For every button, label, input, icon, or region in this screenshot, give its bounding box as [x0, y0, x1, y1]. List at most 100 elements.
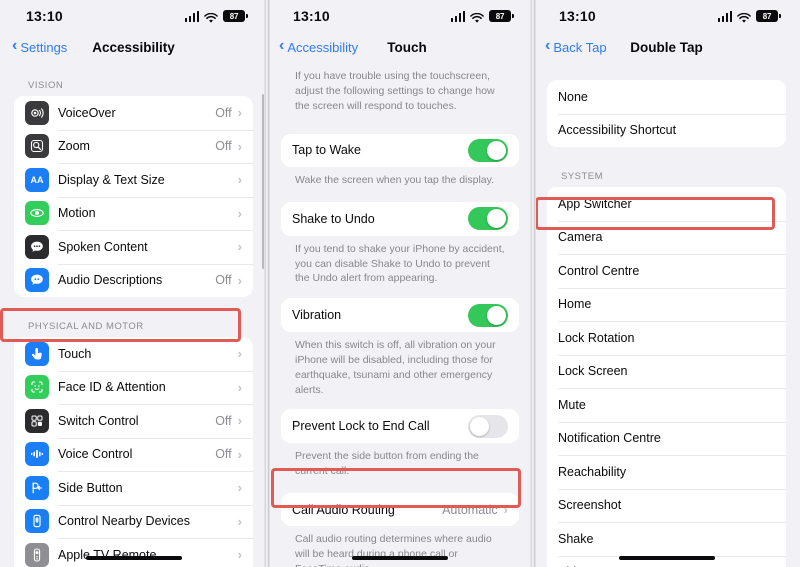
- list-item-none[interactable]: None: [547, 80, 786, 114]
- chevron-right-icon: ›: [237, 513, 242, 529]
- toggle-vibration[interactable]: [468, 303, 508, 327]
- list-item-switch-control[interactable]: Switch Control Off ›: [14, 404, 253, 438]
- list-item-label: Voice Control: [58, 447, 133, 462]
- list-item-label: Audio Descriptions: [58, 273, 163, 288]
- list-item-side-button[interactable]: Side Button ›: [14, 471, 253, 505]
- list-item-label: Display & Text Size: [58, 172, 165, 187]
- toggle-tap-to-wake[interactable]: [468, 138, 508, 162]
- list-item-value: Off: [215, 105, 232, 120]
- list-item-lock-screen[interactable]: Lock Screen: [547, 354, 786, 388]
- list-item-label: Accessibility Shortcut: [558, 123, 677, 138]
- list-item-label: Face ID & Attention: [58, 380, 166, 395]
- list-item-label: Lock Screen: [558, 364, 628, 379]
- list-card-system: App Switcher Camera Control Centre Home …: [547, 187, 786, 567]
- chevron-right-icon: ›: [237, 379, 242, 395]
- list-item-label: Control Nearby Devices: [58, 514, 190, 529]
- list-item-audio-descriptions[interactable]: Audio Descriptions Off ›: [14, 263, 253, 297]
- back-button-accessibility[interactable]: ‹ Accessibility: [279, 37, 359, 55]
- back-button-back-tap[interactable]: ‹ Back Tap: [545, 37, 607, 55]
- wifi-icon: [204, 11, 218, 23]
- apple-tv-remote-icon: [25, 542, 49, 567]
- list-item-home[interactable]: Home: [547, 287, 786, 321]
- list-item-screenshot[interactable]: Screenshot: [547, 488, 786, 522]
- back-button-settings[interactable]: ‹ Settings: [12, 37, 67, 55]
- home-indicator: [85, 556, 182, 560]
- list-item-control-nearby-devices[interactable]: Control Nearby Devices ›: [14, 504, 253, 538]
- list-item-motion[interactable]: Motion ›: [14, 196, 253, 230]
- scroll-body[interactable]: If you have trouble using the touchscree…: [267, 62, 533, 567]
- list-item-spoken-content[interactable]: Spoken Content ›: [14, 230, 253, 264]
- list-item-zoom[interactable]: Zoom Off ›: [14, 129, 253, 163]
- list-item-lock-rotation[interactable]: Lock Rotation: [547, 321, 786, 355]
- status-indicators: 87: [184, 10, 248, 23]
- status-indicators: 87: [717, 10, 781, 23]
- list-item-label: Home: [558, 297, 592, 312]
- toggle-prevent-lock-to-end-call[interactable]: [468, 414, 508, 438]
- footnote-vibration: When this switch is off, all vibration o…: [295, 338, 496, 396]
- back-button-label: Back Tap: [553, 39, 607, 55]
- chevron-right-icon: ›: [237, 205, 242, 221]
- setting-row-shake-to-undo[interactable]: Shake to Undo: [281, 202, 519, 236]
- status-indicators: 87: [450, 10, 514, 23]
- list-item-notification-centre[interactable]: Notification Centre: [547, 421, 786, 455]
- nav-bar: ‹ Accessibility Touch: [267, 32, 533, 62]
- face-id-icon: [25, 375, 49, 400]
- phone-panel-accessibility: 13:10 87 ‹ Settings Accessibility VISION: [0, 0, 267, 567]
- list-item-label: App Switcher: [558, 196, 632, 211]
- list-item-label: Zoom: [58, 139, 90, 154]
- chevron-left-icon: ‹: [279, 37, 285, 54]
- list-item-value: Off: [215, 139, 232, 154]
- list-item-value: Off: [215, 413, 232, 428]
- setting-label: Vibration: [292, 308, 342, 323]
- side-button-icon: [25, 475, 49, 500]
- list-card-vision: VoiceOver Off › Zoom Off › AA Display & …: [14, 96, 253, 297]
- list-card-physical-motor: Touch › Face ID & Attention › Switch Con…: [14, 337, 253, 567]
- list-item-label: Shake: [558, 531, 594, 546]
- list-item-reachability[interactable]: Reachability: [547, 455, 786, 489]
- chevron-right-icon: ›: [237, 547, 242, 563]
- list-item-voiceover[interactable]: VoiceOver Off ›: [14, 96, 253, 130]
- scroll-body[interactable]: VISION VoiceOver Off › Zoom Off › AA Dis…: [0, 62, 267, 567]
- list-item-label: VoiceOver: [58, 105, 116, 120]
- chevron-left-icon: ‹: [545, 37, 551, 54]
- list-item-display-text-size[interactable]: AA Display & Text Size ›: [14, 163, 253, 197]
- list-item-label: Motion: [58, 206, 96, 221]
- battery-icon: 87: [756, 10, 781, 22]
- list-item-label: Camera: [558, 230, 603, 245]
- list-item-control-centre[interactable]: Control Centre: [547, 254, 786, 288]
- list-item-touch[interactable]: Touch ›: [14, 337, 253, 371]
- chevron-right-icon: ›: [237, 413, 242, 429]
- setting-row-call-audio-routing[interactable]: Call Audio Routing Automatic ›: [281, 492, 519, 527]
- chevron-left-icon: ‹: [12, 37, 18, 54]
- toggle-shake-to-undo[interactable]: [468, 207, 508, 231]
- section-header-system: SYSTEM: [561, 171, 604, 182]
- status-clock: 13:10: [26, 8, 63, 24]
- cellular-bars-icon: [717, 10, 732, 22]
- list-item-face-id-attention[interactable]: Face ID & Attention ›: [14, 370, 253, 404]
- list-item-label: Side Button: [58, 480, 123, 495]
- scroll-body[interactable]: None Accessibility Shortcut SYSTEM App S…: [533, 62, 800, 567]
- list-item-apple-tv-remote[interactable]: Apple TV Remote ›: [14, 538, 253, 567]
- footnote-shake-to-undo: If you tend to shake your iPhone by acci…: [295, 242, 505, 285]
- list-item-value: Off: [215, 273, 232, 288]
- back-button-label: Accessibility: [287, 39, 359, 55]
- list-item-mute[interactable]: Mute: [547, 388, 786, 422]
- home-indicator: [352, 556, 448, 560]
- chevron-right-icon: ›: [237, 272, 242, 288]
- chevron-right-icon: ›: [237, 138, 242, 154]
- battery-icon: 87: [223, 10, 248, 22]
- list-item-app-switcher[interactable]: App Switcher: [547, 187, 786, 221]
- status-clock: 13:10: [559, 8, 596, 24]
- chevron-right-icon: ›: [237, 480, 242, 496]
- list-item-camera[interactable]: Camera: [547, 220, 786, 254]
- setting-row-prevent-lock-to-end-call[interactable]: Prevent Lock to End Call: [281, 409, 519, 443]
- setting-row-vibration[interactable]: Vibration: [281, 298, 519, 332]
- cellular-bars-icon: [450, 10, 465, 22]
- list-item-voice-control[interactable]: Voice Control Off ›: [14, 437, 253, 471]
- list-item-shake[interactable]: Shake: [547, 522, 786, 556]
- setting-row-tap-to-wake[interactable]: Tap to Wake: [281, 133, 519, 168]
- chevron-right-icon: ›: [237, 172, 242, 188]
- status-bar: 13:10 87: [267, 0, 533, 32]
- setting-card-vibration: Vibration: [281, 298, 519, 332]
- list-item-accessibility-shortcut[interactable]: Accessibility Shortcut: [547, 113, 786, 147]
